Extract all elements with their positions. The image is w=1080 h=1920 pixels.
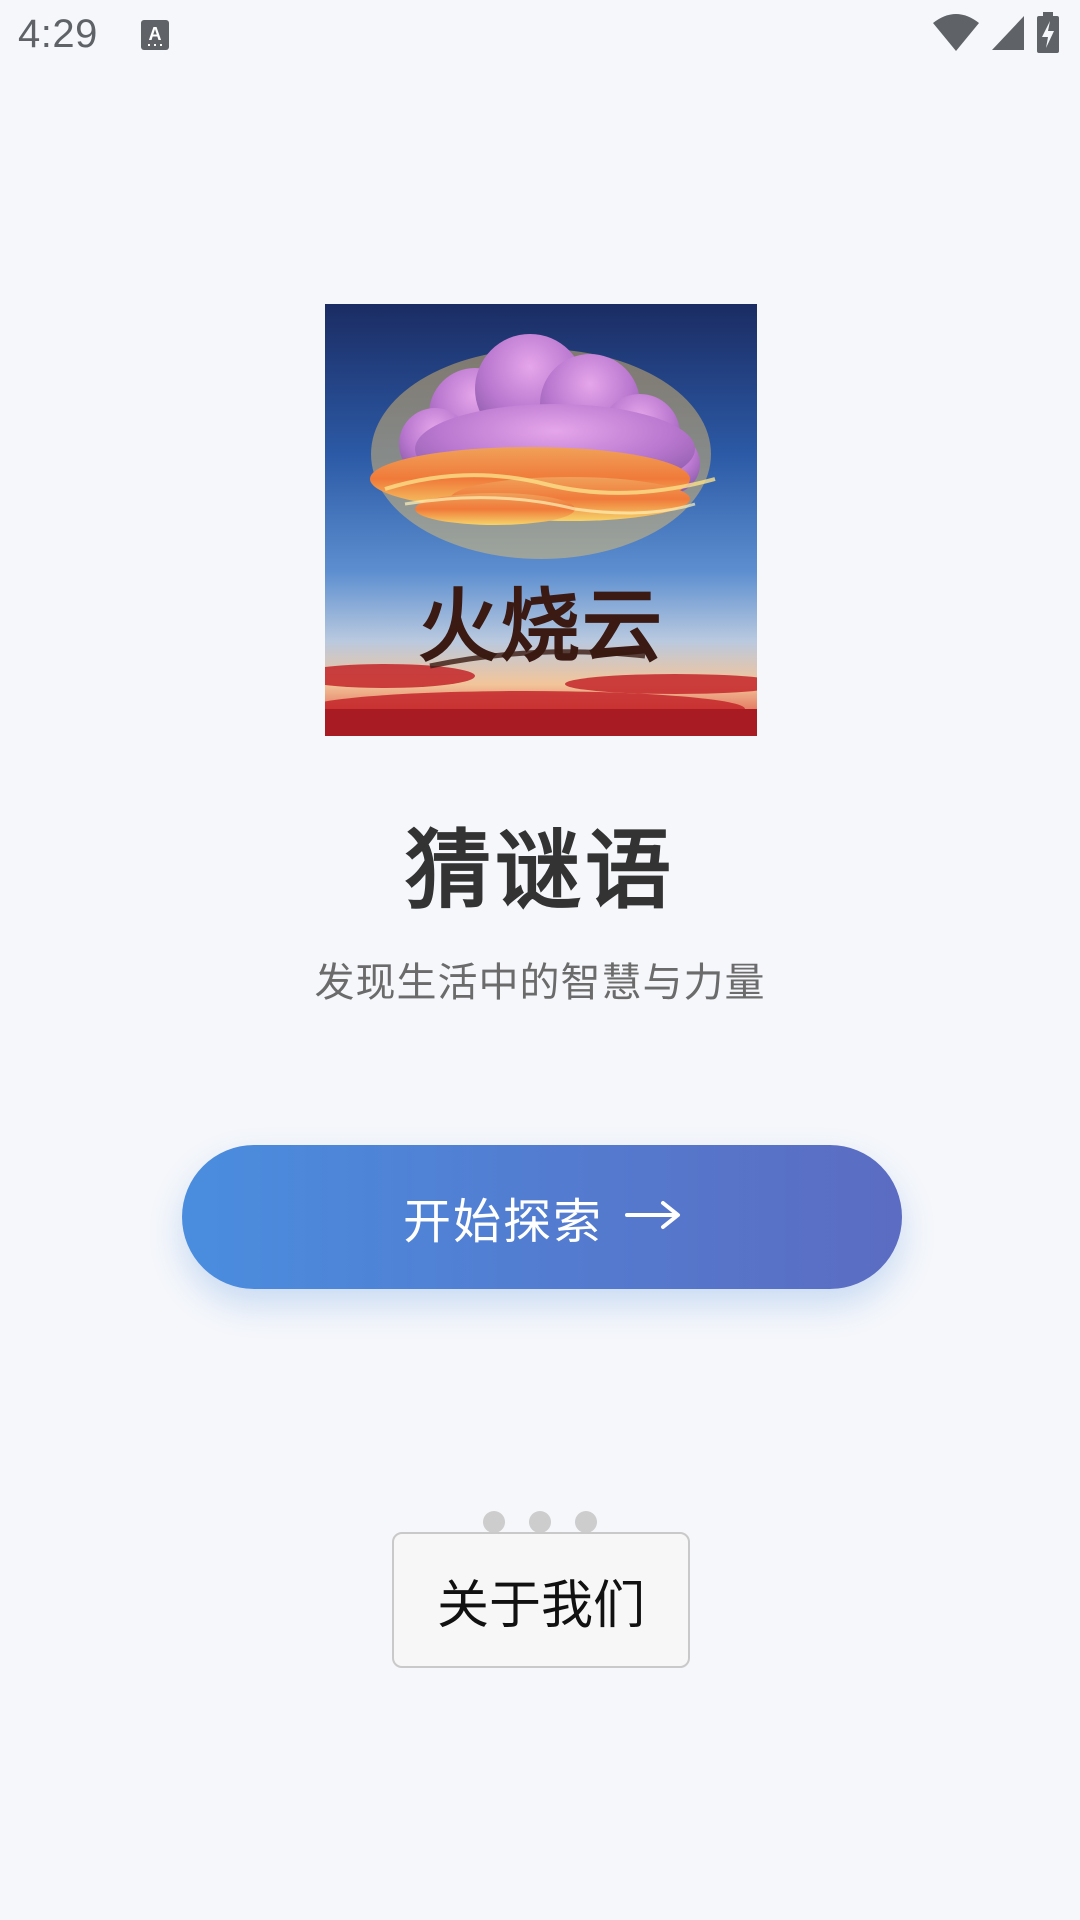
wifi-icon: [932, 13, 980, 57]
keyboard-a-icon: A: [141, 20, 169, 50]
status-icons: [932, 12, 1060, 58]
battery-charging-icon: [1036, 12, 1060, 58]
status-bar: 4:29 A: [0, 0, 1080, 72]
start-explore-label: 开始探索: [402, 1194, 603, 1250]
svg-text:A: A: [149, 24, 162, 44]
about-us-button[interactable]: 关于我们: [392, 1532, 690, 1668]
page-dot: [529, 1511, 551, 1533]
signal-icon: [990, 14, 1026, 56]
page-dot: [575, 1511, 597, 1533]
status-time: 4:29: [18, 12, 98, 56]
page-title: 猜谜语: [405, 821, 675, 921]
page-subtitle: 发现生活中的智慧与力量: [314, 960, 766, 1006]
arrow-right-icon: [603, 1200, 681, 1234]
page-indicator: [0, 1511, 1080, 1533]
hero-image: 火烧云: [325, 304, 757, 736]
start-explore-button[interactable]: 开始探索: [182, 1145, 902, 1289]
page-dot: [483, 1511, 505, 1533]
